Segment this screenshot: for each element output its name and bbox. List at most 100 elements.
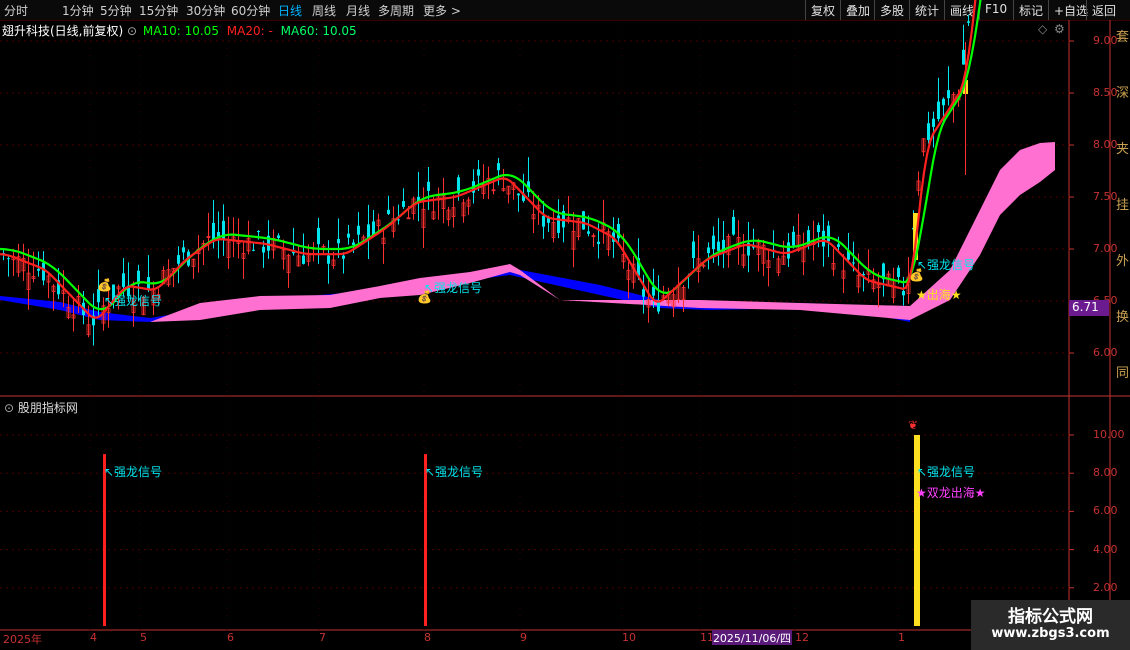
candle-body <box>937 101 940 120</box>
ind-signal-label: ↖强龙信号 <box>425 465 484 479</box>
watermark-title: 指标公式网 <box>1008 607 1093 627</box>
candle-body <box>342 255 345 259</box>
side-label[interactable]: 挂 <box>1116 194 1129 213</box>
candle-body <box>542 215 545 227</box>
xaxis-label: 5 <box>140 631 147 644</box>
ind-yaxis-tick: 10.00 <box>1093 428 1125 441</box>
side-label[interactable]: 换 <box>1116 306 1129 325</box>
watermark-url: www.zbgs3.com <box>991 626 1110 641</box>
candle-body <box>712 235 715 250</box>
candle-body <box>327 255 330 264</box>
candle-body <box>7 258 10 260</box>
butterfly-icon: ❦ <box>908 418 919 432</box>
kline-chart[interactable] <box>0 0 1130 650</box>
candle-body <box>732 216 735 235</box>
indicator-title: ⊙ 股朋指标网 <box>4 399 78 416</box>
candle-body <box>427 181 430 191</box>
yaxis-tick: 7.50 <box>1093 190 1118 203</box>
candle-body <box>837 244 840 247</box>
candle-body <box>597 241 600 245</box>
candle-body <box>252 249 255 251</box>
candle-body <box>692 241 695 259</box>
ind-signal-label: ★双龙出海★ <box>916 486 986 500</box>
xaxis-label: 9 <box>520 631 527 644</box>
ind-signal-label: ↖强龙信号 <box>104 465 163 479</box>
candle-body <box>182 247 185 253</box>
xaxis-label: 10 <box>622 631 636 644</box>
candle-body <box>337 238 340 244</box>
xaxis-label: 6 <box>227 631 234 644</box>
candle-body <box>827 225 830 242</box>
candle-body <box>37 268 40 271</box>
candle-body <box>642 289 645 297</box>
yaxis-tick: 8.50 <box>1093 86 1118 99</box>
candle-body <box>262 246 265 253</box>
candle-body <box>277 235 280 238</box>
candle-body <box>962 49 965 65</box>
yaxis-tick: 9.00 <box>1093 34 1118 47</box>
candle-body <box>717 241 720 251</box>
candle-body <box>122 273 125 287</box>
candle-body <box>852 262 855 264</box>
candle-body <box>787 242 790 259</box>
yaxis-tick: 8.00 <box>1093 138 1118 151</box>
candle-body <box>942 98 945 106</box>
ind-yaxis-tick: 2.00 <box>1093 580 1118 594</box>
ma10-line <box>0 0 982 311</box>
side-label[interactable]: 同 <box>1116 362 1129 381</box>
signal-label: ★出海★ <box>916 288 962 302</box>
candle-body <box>517 193 520 196</box>
candle-body <box>822 230 825 247</box>
cursor-date: 2025/11/06/四 <box>712 630 792 645</box>
candle-body <box>902 291 905 296</box>
candle-body <box>317 227 320 245</box>
xaxis-label: 2025年 <box>3 633 42 646</box>
yaxis-tick: 7.00 <box>1093 242 1118 255</box>
xaxis-label: 8 <box>424 631 431 644</box>
candle-body <box>817 225 820 233</box>
candle-body <box>947 90 950 99</box>
candle-body <box>372 221 375 235</box>
indicator-bars <box>103 435 920 626</box>
xaxis-label: 7 <box>319 631 326 644</box>
ind-yaxis-tick: 4.00 <box>1093 542 1118 556</box>
candle-body <box>557 215 560 233</box>
indicator-name: 股朋指标网 <box>17 401 78 415</box>
candle-body <box>177 255 180 264</box>
signal-label: ↖强龙信号 <box>104 294 163 308</box>
collapse-icon[interactable]: ⊙ <box>4 401 14 415</box>
money-bag-icon: 💰 <box>97 278 112 292</box>
candle-body <box>897 267 900 278</box>
candle-body <box>792 231 795 246</box>
watermark: 指标公式网 www.zbgs3.com <box>971 600 1130 650</box>
candle-body <box>587 231 590 234</box>
candle-body <box>707 247 710 254</box>
ind-signal-label: ↖强龙信号 <box>917 465 976 479</box>
ma-lines <box>0 0 982 319</box>
side-label[interactable]: 外 <box>1116 250 1129 269</box>
candle-body <box>42 262 45 281</box>
xaxis-label: 12 <box>795 631 809 644</box>
candle-body <box>357 225 360 235</box>
candle-body <box>347 233 350 238</box>
candle-body <box>257 231 260 233</box>
xaxis-label: 4 <box>90 631 97 644</box>
candle-body <box>497 163 500 171</box>
candle-body <box>387 209 390 214</box>
candle-body <box>212 222 215 240</box>
side-label[interactable]: 夹 <box>1116 138 1129 157</box>
yaxis-tick: 6.00 <box>1093 346 1118 359</box>
ind-yaxis-tick: 6.00 <box>1093 504 1118 518</box>
signal-label: ↖强龙信号 <box>917 258 976 272</box>
side-label[interactable]: 深 <box>1116 82 1129 101</box>
ind-yaxis-tick: 8.00 <box>1093 466 1118 480</box>
candle-body <box>402 201 405 207</box>
current-price-tag: 6.71 <box>1069 300 1109 316</box>
xaxis-label: 1 <box>898 631 905 644</box>
ma20-line <box>0 0 977 319</box>
candle-body <box>582 211 585 230</box>
candle-body <box>927 123 930 141</box>
signal-label: ↖强龙信号 <box>424 281 483 295</box>
side-label[interactable]: 套 <box>1116 26 1129 45</box>
candle-body <box>302 255 305 264</box>
